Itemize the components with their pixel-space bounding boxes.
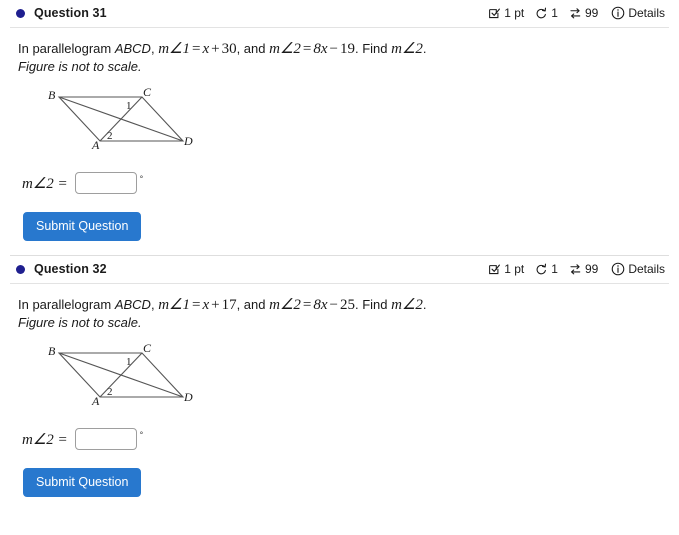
details-group[interactable]: Details xyxy=(611,262,665,276)
angle-label-2: 2 xyxy=(107,386,113,398)
parallelogram-svg: B C A D 1 2 xyxy=(48,85,193,152)
vertex-label-b: B xyxy=(48,344,56,358)
submit-question-button[interactable]: Submit Question xyxy=(23,212,142,241)
eq1-operator: + xyxy=(211,297,220,313)
swap-arrows-icon xyxy=(569,263,582,276)
question-title: Question 31 xyxy=(34,6,107,20)
prompt-find-target: m∠2 xyxy=(391,297,423,313)
eq2-operator: − xyxy=(329,297,338,313)
question-prompt: In parallelogram ABCD, m∠1 = x +17, and m∠2… xyxy=(18,296,663,314)
shuffle-group: 99 xyxy=(569,6,598,20)
shuffle-value: 99 xyxy=(584,262,599,276)
answer-input[interactable] xyxy=(74,172,137,194)
question-meta-32: 1 pt 1 99 Details xyxy=(488,262,665,276)
eq1-lhs: m∠1 xyxy=(158,41,190,57)
eq1-equals: = xyxy=(191,297,201,313)
question-status-dot-icon xyxy=(16,8,25,18)
figure-note: Figure is not to scale. xyxy=(18,59,142,74)
eq1-constant: 30 xyxy=(221,41,237,57)
answer-row: m∠2 = ° xyxy=(22,428,663,450)
angle-label-1: 1 xyxy=(126,356,132,368)
eq2-constant: 25 xyxy=(340,297,355,313)
details-link[interactable]: Details xyxy=(628,262,665,276)
vertex-label-c: C xyxy=(143,341,152,355)
question-block-31: Question 31 1 pt 1 99 Details In paralle… xyxy=(0,0,679,255)
checkbox-check-icon xyxy=(488,7,501,20)
degree-symbol: ° xyxy=(139,174,144,184)
eq2-lhs: m∠2 xyxy=(269,41,301,57)
info-circle-icon[interactable] xyxy=(611,6,625,20)
eq2-equals: = xyxy=(302,41,312,57)
vertex-label-c: C xyxy=(143,85,152,99)
parallelogram-svg: B C A D 1 2 xyxy=(48,341,193,408)
prompt-tail: . Find xyxy=(355,41,392,56)
shuffle-group: 99 xyxy=(569,262,598,276)
question-header-left-31: Question 31 xyxy=(16,6,107,20)
undo-arrow-icon xyxy=(535,7,548,20)
prompt-lead: In parallelogram xyxy=(18,41,115,56)
prompt-conjunction: , and xyxy=(236,41,270,56)
prompt-shape: ABCD xyxy=(114,297,151,312)
vertex-label-d: D xyxy=(183,134,193,148)
degree-symbol: ° xyxy=(139,430,144,440)
prompt-tail: . Find xyxy=(355,297,392,312)
details-link[interactable]: Details xyxy=(628,6,665,20)
submit-question-button[interactable]: Submit Question xyxy=(23,468,142,497)
undo-arrow-icon xyxy=(535,263,548,276)
question-meta-31: 1 pt 1 99 Details xyxy=(488,6,665,20)
attempts-value: 1 xyxy=(551,262,558,276)
parallelogram-figure: B C A D 1 2 xyxy=(26,341,663,412)
eq2-operator: − xyxy=(329,41,338,57)
question-prompt: In parallelogram ABCD, m∠1 = x +30, and m∠2… xyxy=(18,40,663,58)
prompt-conjunction: , and xyxy=(236,297,270,312)
question-block-32: Question 32 1 pt 1 99 Details In paralle… xyxy=(0,256,679,497)
attempts-value: 1 xyxy=(551,6,558,20)
eq2-coefficient: 8x xyxy=(313,41,328,57)
attempts-group: 1 xyxy=(535,6,558,20)
answer-input[interactable] xyxy=(74,428,137,450)
question-body-32: In parallelogram ABCD, m∠1 = x +17, and m∠2… xyxy=(0,284,679,497)
question-status-dot-icon xyxy=(16,264,25,274)
question-header-32: Question 32 1 pt 1 99 Details xyxy=(0,256,679,283)
points-value: 1 pt xyxy=(504,262,525,276)
eq2-coefficient: 8x xyxy=(313,297,328,313)
eq2-constant: 19 xyxy=(340,41,355,57)
prompt-period: . xyxy=(422,297,427,312)
eq1-constant: 17 xyxy=(221,297,237,313)
answer-row: m∠2 = ° xyxy=(22,172,663,194)
question-header-left-32: Question 32 xyxy=(16,262,107,276)
question-title: Question 32 xyxy=(34,262,107,276)
vertex-label-a: A xyxy=(91,138,100,151)
shuffle-value: 99 xyxy=(584,6,599,20)
eq2-equals: = xyxy=(302,297,312,313)
prompt-period: . xyxy=(422,41,427,56)
prompt-shape: ABCD xyxy=(114,41,151,56)
checkbox-check-icon xyxy=(488,263,501,276)
figure-note: Figure is not to scale. xyxy=(18,315,142,330)
question-body-31: In parallelogram ABCD, m∠1 = x +30, and m∠2… xyxy=(0,28,679,255)
vertex-label-b: B xyxy=(48,88,56,102)
points-group: 1 pt xyxy=(488,6,524,20)
eq1-lhs: m∠1 xyxy=(158,297,190,313)
angle-label-2: 2 xyxy=(107,130,113,142)
eq1-equals: = xyxy=(191,41,201,57)
prompt-lead: In parallelogram xyxy=(18,297,115,312)
eq1-operator: + xyxy=(211,41,220,57)
prompt-find-target: m∠2 xyxy=(391,41,423,57)
question-header-31: Question 31 1 pt 1 99 Details xyxy=(0,0,679,27)
parallelogram-figure: B C A D 1 2 xyxy=(26,85,663,156)
details-group[interactable]: Details xyxy=(611,6,665,20)
info-circle-icon[interactable] xyxy=(611,262,625,276)
vertex-label-a: A xyxy=(91,394,100,407)
points-group: 1 pt xyxy=(488,262,524,276)
attempts-group: 1 xyxy=(535,262,558,276)
swap-arrows-icon xyxy=(569,7,582,20)
angle-label-1: 1 xyxy=(126,100,132,112)
answer-label: m∠2 = xyxy=(22,431,68,448)
points-value: 1 pt xyxy=(504,6,525,20)
eq2-lhs: m∠2 xyxy=(269,297,301,313)
vertex-label-d: D xyxy=(183,390,193,404)
answer-label: m∠2 = xyxy=(22,175,68,192)
